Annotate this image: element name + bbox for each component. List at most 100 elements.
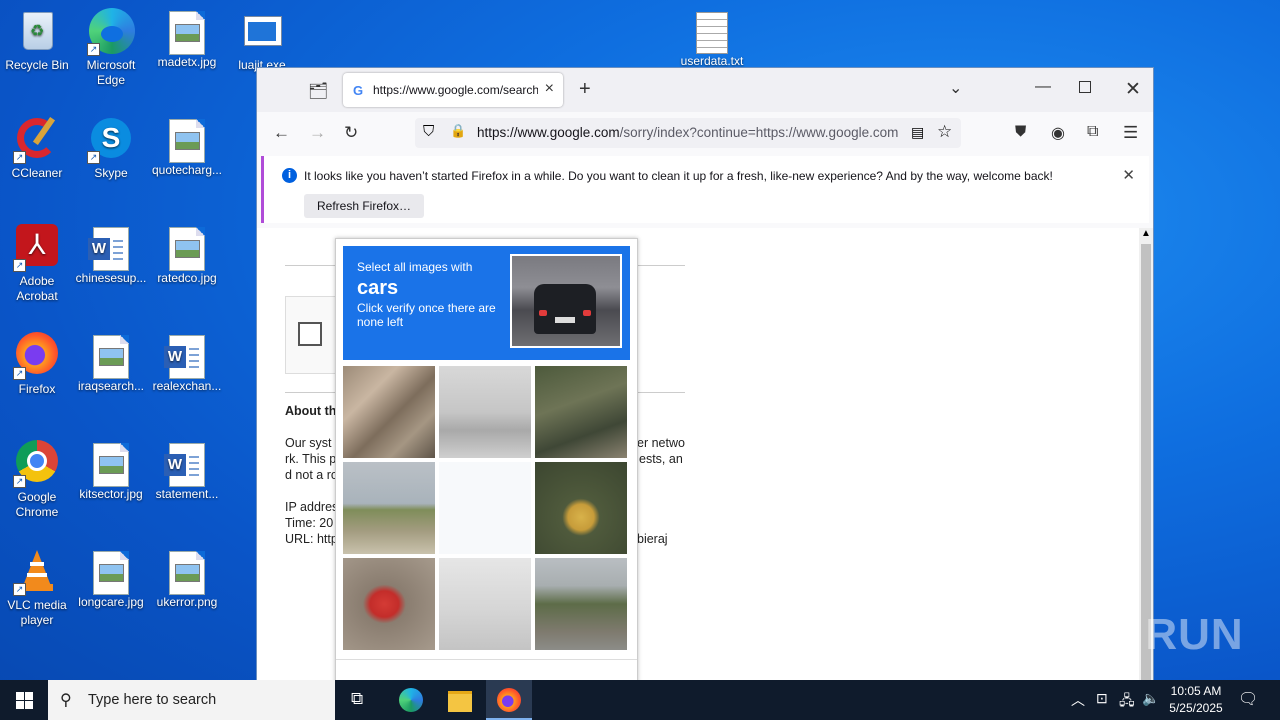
chrome-icon: ↗ xyxy=(13,440,61,488)
bookmark-star-icon[interactable]: ☆ xyxy=(937,122,952,142)
menu-hamburger-icon[interactable]: ☰ xyxy=(1123,123,1138,143)
tab-google-search[interactable]: G https://www.google.com/search × xyxy=(343,73,563,107)
desktop-icon-iraqsearch[interactable]: iraqsearch... xyxy=(75,332,147,394)
ccleaner-icon: ↗ xyxy=(13,116,61,164)
minimize-button[interactable]: — xyxy=(1035,78,1051,96)
tab-manager-icon[interactable]: 🗂 xyxy=(308,81,328,101)
image-file-icon xyxy=(93,335,129,379)
desktop-icon-acrobat[interactable]: ⅄ ↗ Adobe Acrobat xyxy=(1,224,73,304)
challenge-tile[interactable] xyxy=(535,366,627,458)
reload-button[interactable]: ↻ xyxy=(344,123,358,143)
challenge-tile[interactable] xyxy=(535,462,627,554)
desktop-icon-luajit[interactable]: luajit.exe xyxy=(226,8,298,73)
task-view-button[interactable]: ⧉ xyxy=(337,680,383,720)
reader-view-icon[interactable]: ▤ xyxy=(911,124,924,141)
desktop-icon-label: kitsector.jpg xyxy=(79,487,143,501)
maximize-button[interactable] xyxy=(1079,80,1091,98)
close-window-button[interactable]: ✕ xyxy=(1125,78,1141,101)
desktop-icon-vlc[interactable]: ↗ VLC media player xyxy=(1,548,73,628)
pocket-icon[interactable]: ⛊ xyxy=(1015,123,1026,140)
challenge-header: Select all images with cars Click verify… xyxy=(343,246,630,360)
desktop-icon-longcare[interactable]: longcare.jpg xyxy=(75,548,147,610)
desktop-icon-chinesesup[interactable]: W chinesesup... xyxy=(75,224,147,286)
desktop-icon-label: statement... xyxy=(155,487,219,501)
taskbar-search-box[interactable]: ⚲ Type here to search xyxy=(48,680,335,720)
account-icon[interactable]: ◉ xyxy=(1051,123,1065,143)
url-text[interactable]: https://www.google.com/sorry/index?conti… xyxy=(477,125,905,140)
challenge-tile[interactable] xyxy=(343,366,435,458)
anyrun-watermark: ANY RUN xyxy=(1037,610,1244,659)
word-document-icon: W xyxy=(164,335,205,379)
desktop-icon-kitsector[interactable]: kitsector.jpg xyxy=(75,440,147,502)
clock-time: 10:05 AM xyxy=(1170,684,1222,698)
challenge-tile[interactable] xyxy=(535,558,627,650)
notification-center-icon[interactable]: 🗨 xyxy=(1238,689,1258,709)
extensions-icon[interactable]: ⧉ xyxy=(1087,123,1098,141)
desktop-icon-skype[interactable]: S ↗ Skype xyxy=(75,116,147,181)
tracking-protection-shield-icon[interactable]: ⛉ xyxy=(423,123,434,140)
challenge-tile[interactable] xyxy=(343,462,435,554)
taskbar-clock[interactable]: 10:05 AM 5/25/2025 xyxy=(1164,683,1228,717)
image-file-icon xyxy=(169,119,205,163)
desktop-icon-ukerror[interactable]: ukerror.png xyxy=(151,548,223,610)
new-tab-button[interactable]: + xyxy=(579,78,591,101)
desktop-icon-chrome[interactable]: ↗ Google Chrome xyxy=(1,440,73,520)
challenge-tile[interactable] xyxy=(343,558,435,650)
desktop-icon-firefox[interactable]: ↗ Firefox xyxy=(1,332,73,397)
desktop-icon-recycle-bin[interactable]: ♻ Recycle Bin xyxy=(1,8,73,73)
ip-address-text: IP addres xyxy=(285,500,339,514)
desktop-icon-label: Google Chrome xyxy=(15,490,59,519)
page-text: rk. This p xyxy=(285,452,337,466)
scroll-up-arrow-icon[interactable]: ▲ xyxy=(1141,228,1151,239)
taskbar-firefox[interactable] xyxy=(486,680,532,720)
vlc-icon: ↗ xyxy=(13,548,61,596)
taskbar-file-explorer[interactable] xyxy=(436,680,482,720)
recaptcha-checkbox[interactable] xyxy=(298,322,322,346)
desktop-icon-ratedco[interactable]: ratedco.jpg xyxy=(151,224,223,286)
edge-icon: ↗ xyxy=(87,8,135,56)
start-button[interactable] xyxy=(0,680,48,720)
show-hidden-icons-chevron-icon[interactable]: ︿ xyxy=(1071,690,1085,710)
taskbar: ⚲ Type here to search ⧉ ︿ ⊡ 🖧 🔈 10:05 AM… xyxy=(0,680,1280,720)
taskbar-edge[interactable] xyxy=(387,680,433,720)
challenge-tile[interactable] xyxy=(439,462,531,554)
url-bar[interactable]: ⛉ 🔒 https://www.google.com/sorry/index?c… xyxy=(415,118,961,148)
network-icon[interactable]: 🖧 xyxy=(1119,690,1135,714)
desktop-icon-label: ukerror.png xyxy=(156,595,218,609)
desktop-icon-realexchan[interactable]: W realexchan... xyxy=(151,332,223,394)
recycle-bin-icon: ♻ xyxy=(13,8,61,56)
refresh-firefox-button[interactable]: Refresh Firefox… xyxy=(304,194,425,218)
desktop-icon-ccleaner[interactable]: ↗ CCleaner xyxy=(1,116,73,181)
desktop-icon-label: Firefox xyxy=(18,382,56,396)
search-placeholder: Type here to search xyxy=(88,692,217,708)
desktop-icon-edge[interactable]: ↗ Microsoft Edge xyxy=(75,8,147,88)
challenge-hint: Click verify once there are none left xyxy=(357,301,496,329)
volume-icon[interactable]: 🔈 xyxy=(1142,690,1159,707)
close-tab-icon[interactable]: × xyxy=(545,80,554,98)
refresh-firefox-notification: i It looks like you haven’t started Fire… xyxy=(261,156,1149,223)
search-icon: ⚲ xyxy=(60,692,72,709)
back-button[interactable]: ← xyxy=(273,123,290,143)
desktop-icon-madetx[interactable]: madetx.jpg xyxy=(151,8,223,70)
desktop-icon-statement[interactable]: W statement... xyxy=(151,440,223,502)
lock-icon[interactable]: 🔒 xyxy=(450,123,466,139)
word-document-icon: W xyxy=(164,443,205,487)
forward-button[interactable]: → xyxy=(309,123,326,143)
close-notification-icon[interactable]: ✕ xyxy=(1122,166,1135,184)
desktop-icon-label: realexchan... xyxy=(152,379,222,393)
challenge-tile[interactable] xyxy=(439,558,531,650)
recaptcha-challenge: Select all images with cars Click verify… xyxy=(335,238,638,685)
image-file-icon xyxy=(169,227,205,271)
challenge-tile[interactable] xyxy=(439,366,531,458)
desktop-icon-label: CCleaner xyxy=(11,166,63,180)
desktop-icon-userdata[interactable]: userdata.txt xyxy=(676,8,748,69)
desktop-icon-quotecharg[interactable]: quotecharg... xyxy=(151,116,223,178)
list-all-tabs-chevron-icon[interactable]: ⌄ xyxy=(949,78,962,98)
page-text: ests, an xyxy=(639,452,683,466)
desktop-icon-label: longcare.jpg xyxy=(78,595,144,609)
meet-now-icon[interactable]: ⊡ xyxy=(1096,690,1108,707)
desktop-icon-label: ratedco.jpg xyxy=(157,271,217,285)
text-file-icon xyxy=(696,12,728,54)
firefox-icon xyxy=(497,688,521,712)
challenge-target: cars xyxy=(357,277,399,299)
